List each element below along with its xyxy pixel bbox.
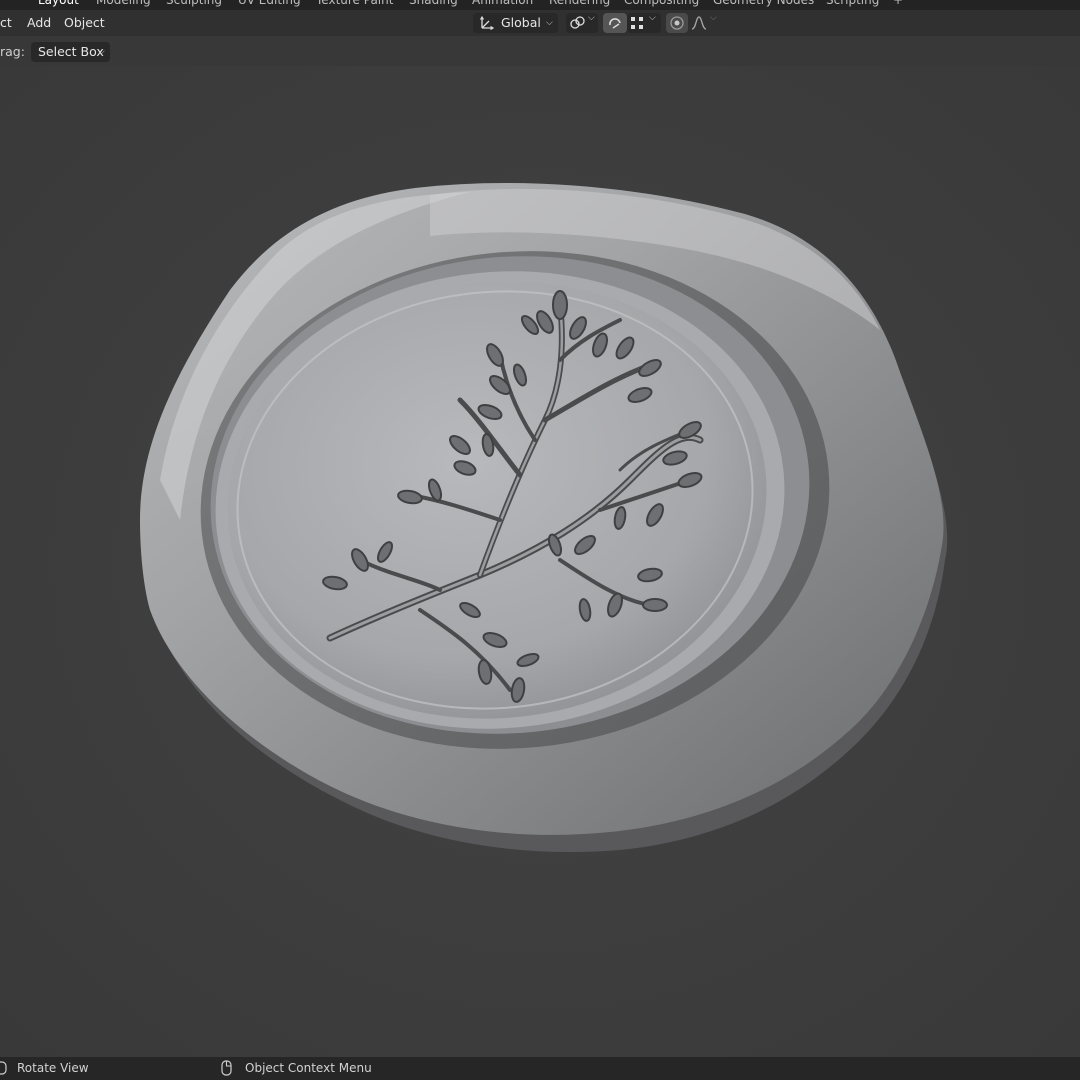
status-bar: Rotate View Object Context Menu <box>0 1057 1080 1080</box>
status-context-menu: Object Context Menu <box>245 1061 372 1075</box>
mouse-left-icon <box>0 1061 7 1075</box>
status-rotate-view: Rotate View <box>17 1061 89 1075</box>
mouse-right-icon <box>221 1060 232 1076</box>
wax-seal-render <box>0 66 1080 1057</box>
3d-viewport[interactable] <box>0 66 1080 1057</box>
